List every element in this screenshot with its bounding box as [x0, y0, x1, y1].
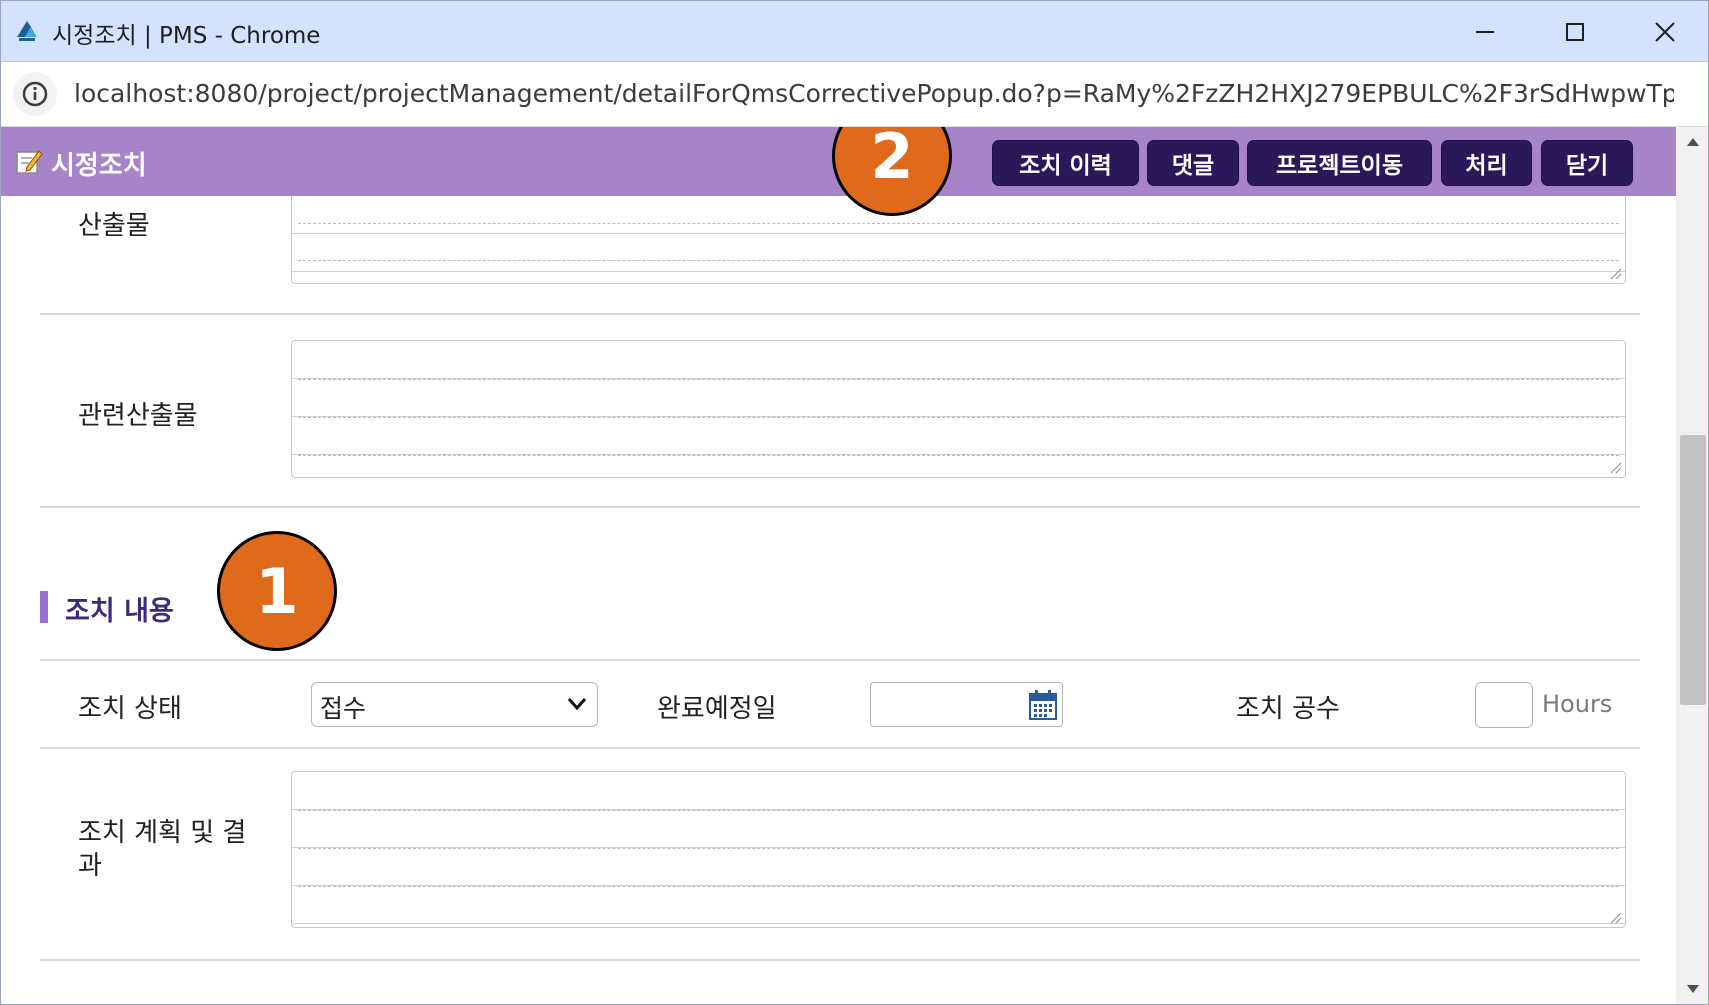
due-date-input[interactable]	[870, 682, 1063, 727]
divider	[40, 659, 1640, 661]
output-textarea[interactable]	[291, 196, 1626, 284]
divider	[40, 959, 1640, 961]
project-move-button[interactable]: 프로젝트이동	[1247, 140, 1432, 186]
scroll-down-arrow-icon[interactable]	[1687, 985, 1699, 993]
plan-result-textarea[interactable]	[291, 771, 1626, 928]
plan-result-label-line1: 조치 계획 및 결	[78, 818, 247, 848]
related-output-label: 관련산출물	[78, 401, 198, 431]
title-bar: 시정조치 | PMS - Chrome	[1, 1, 1708, 62]
popup-title: 시정조치	[51, 151, 147, 181]
address-bar: localhost:8080/project/projectManagement…	[1, 62, 1708, 127]
url-text[interactable]: localhost:8080/project/projectManagement…	[74, 79, 1674, 108]
status-select-value: 접수	[320, 694, 367, 723]
output-label: 산출물	[78, 211, 150, 241]
divider	[40, 506, 1640, 508]
comment-button[interactable]: 댓글	[1147, 140, 1239, 186]
section-accent-bar	[40, 591, 48, 623]
divider	[40, 313, 1640, 315]
related-output-textarea[interactable]	[291, 340, 1626, 478]
browser-window: 시정조치 | PMS - Chrome localhost:8080/proje…	[0, 0, 1709, 1005]
vertical-scrollbar[interactable]	[1676, 127, 1708, 1004]
history-button[interactable]: 조치 이력	[992, 140, 1139, 186]
scrollbar-thumb[interactable]	[1680, 435, 1706, 705]
plan-result-label: 조치 계획 및 결 과	[78, 817, 246, 883]
status-label: 조치 상태	[78, 694, 182, 724]
info-icon	[22, 81, 48, 107]
scroll-up-arrow-icon[interactable]	[1687, 138, 1699, 146]
page-content: 시정조치 조치 이력 댓글 프로젝트이동 처리 닫기 산출물 관련산출물 조치 …	[1, 127, 1708, 1004]
close-window-button[interactable]	[1621, 1, 1708, 62]
maximize-icon	[1566, 22, 1584, 41]
app-icon	[17, 21, 37, 41]
hours-unit-label: Hours	[1542, 690, 1613, 718]
close-button[interactable]: 닫기	[1541, 140, 1633, 186]
window-title: 시정조치 | PMS - Chrome	[52, 23, 321, 49]
resize-grip-icon[interactable]	[1608, 460, 1622, 474]
maximize-button[interactable]	[1531, 1, 1619, 62]
section-title: 조치 내용	[65, 596, 174, 627]
resize-grip-icon[interactable]	[1608, 910, 1622, 924]
annotation-badge-1: 1	[217, 531, 337, 651]
effort-label: 조치 공수	[1236, 694, 1340, 724]
minimize-button[interactable]	[1441, 1, 1529, 62]
minimize-icon	[1476, 30, 1494, 33]
resize-grip-icon[interactable]	[1608, 266, 1622, 280]
plan-result-label-line2: 과	[78, 851, 102, 881]
edit-icon	[16, 150, 43, 174]
close-icon	[1655, 21, 1675, 42]
site-info-button[interactable]	[13, 72, 57, 116]
status-select[interactable]: 접수	[311, 682, 598, 727]
chevron-down-icon	[567, 698, 587, 711]
process-button[interactable]: 처리	[1441, 140, 1532, 186]
calendar-icon[interactable]	[1028, 689, 1058, 721]
divider	[40, 747, 1640, 749]
effort-input[interactable]	[1475, 682, 1533, 728]
due-date-label: 완료예정일	[657, 694, 777, 724]
